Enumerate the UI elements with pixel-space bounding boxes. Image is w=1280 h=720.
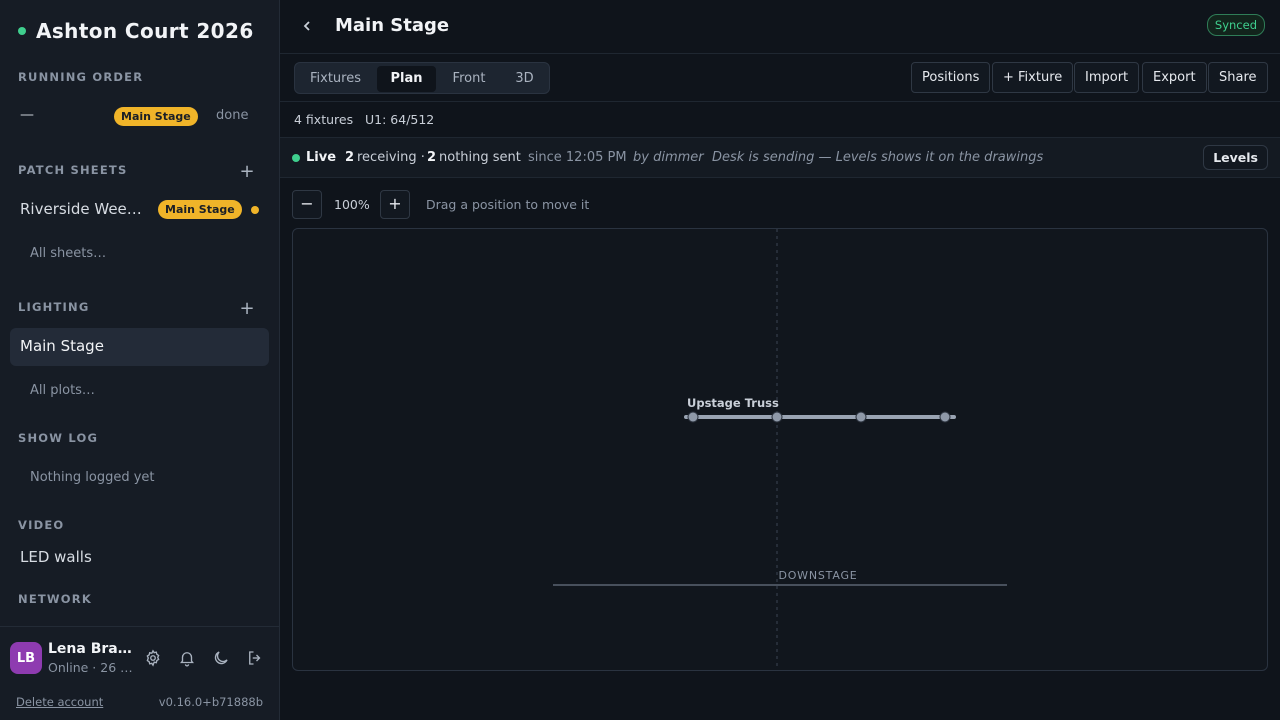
live-since: since 12:05 PM (528, 150, 627, 165)
zoom-out-button[interactable]: − (292, 190, 322, 219)
running-order-heading: RUNNING ORDER (18, 70, 144, 84)
all-sheets-link[interactable]: All sheets… (30, 246, 106, 261)
running-order-status: done (216, 108, 249, 123)
gear-icon[interactable] (144, 649, 162, 667)
export-button[interactable]: Export (1142, 62, 1207, 93)
patch-sheets-heading: PATCH SHEETS (18, 163, 128, 177)
bell-icon[interactable] (178, 649, 196, 667)
sidebar-item-led-walls[interactable]: LED walls (20, 548, 92, 566)
user-panel: LB Lena Bradshaw Online · 26 … Delete ac… (0, 626, 279, 720)
fixture-marker[interactable] (771, 411, 783, 423)
online-status-dot (18, 27, 26, 35)
delete-account-link[interactable]: Delete account (16, 695, 103, 709)
import-button[interactable]: Import (1074, 62, 1140, 93)
fixture-marker[interactable] (687, 411, 699, 423)
sidebar-item-label: Main Stage (20, 337, 104, 355)
user-status: Online · 26 … (48, 660, 133, 675)
truss-position[interactable] (684, 411, 956, 423)
add-plot-button[interactable]: + (238, 300, 256, 318)
moon-icon[interactable] (212, 649, 230, 667)
page-title: Main Stage (335, 15, 450, 36)
nothing-sent-label: nothing sent (439, 150, 521, 165)
show-log-empty: Nothing logged yet (30, 470, 155, 485)
back-chevron-icon[interactable] (300, 17, 314, 35)
stage-badge: Main Stage (114, 107, 198, 126)
app-version: v0.16.0+b71888b (158, 695, 263, 709)
zoom-level: 100% (334, 197, 370, 212)
sidebar-item-main-stage[interactable]: Main Stage (10, 328, 269, 366)
sync-status-badge: Synced (1206, 14, 1265, 36)
positions-button[interactable]: Positions (911, 62, 991, 93)
downstage-label: DOWNSTAGE (778, 569, 857, 582)
toolbar: Fixtures Plan Front 3D Positions + Fixtu… (280, 54, 1280, 102)
running-order-item-name: — (20, 107, 34, 123)
tab-fixtures[interactable]: Fixtures (298, 66, 373, 92)
live-label: Live (306, 150, 337, 165)
fixture-marker[interactable] (939, 411, 951, 423)
add-patch-sheet-button[interactable]: + (238, 163, 256, 181)
header: Main Stage Synced (280, 0, 1280, 54)
tab-front[interactable]: Front (440, 66, 498, 92)
lighting-heading: LIGHTING (18, 300, 90, 314)
universe-usage: U1: 64/512 (365, 112, 435, 127)
view-tabs: Fixtures Plan Front 3D (294, 62, 550, 94)
logout-icon[interactable] (246, 649, 264, 667)
running-order-item[interactable]: — Main Stage done (10, 104, 268, 130)
network-heading: NETWORK (18, 592, 92, 606)
sidebar: Ashton Court 2026 RUNNING ORDER — Main S… (0, 0, 280, 720)
show-log-heading: SHOW LOG (18, 431, 99, 445)
unsaved-dot (251, 206, 259, 214)
all-plots-link[interactable]: All plots… (30, 383, 95, 398)
fixture-summary: 4 fixtures U1: 64/512 (280, 102, 1280, 138)
live-status-bar: Live 2 receiving · 2 nothing sent since … (280, 138, 1280, 178)
zoom-controls: − 100% + Drag a position to move it (280, 178, 1280, 228)
user-name: Lena Bradshaw (48, 641, 136, 657)
fixture-marker[interactable] (855, 411, 867, 423)
patch-sheet-name: Riverside Weekender (20, 200, 144, 218)
live-dot (292, 154, 300, 162)
levels-button[interactable]: Levels (1203, 145, 1268, 170)
receiving-count: 2 (345, 150, 355, 165)
receiving-label: receiving · (357, 150, 425, 165)
project-title[interactable]: Ashton Court 2026 (18, 18, 254, 44)
tab-3d[interactable]: 3D (502, 66, 547, 92)
share-button[interactable]: Share (1208, 62, 1268, 93)
patch-sheet-item[interactable]: Riverside Weekender Main Stage (10, 197, 268, 223)
live-source: by dimmer (633, 150, 704, 165)
live-note: Desk is sending — Levels shows it on the… (712, 150, 1044, 165)
position-label: Upstage Truss (687, 396, 779, 410)
video-heading: VIDEO (18, 518, 65, 532)
avatar[interactable]: LB (10, 642, 42, 674)
drag-hint: Drag a position to move it (426, 197, 590, 212)
main-panel: Main Stage Synced Fixtures Plan Front 3D… (280, 0, 1280, 720)
stage-badge: Main Stage (158, 200, 242, 219)
project-title-text: Ashton Court 2026 (36, 19, 254, 43)
fixture-count: 4 fixtures (294, 112, 354, 127)
tab-plan[interactable]: Plan (377, 66, 436, 92)
zoom-in-button[interactable]: + (380, 190, 410, 219)
nothing-sent-count: 2 (427, 150, 437, 165)
add-fixture-button[interactable]: + Fixture (992, 62, 1074, 93)
plan-drawing: DOWNSTAGE Upstage Truss (553, 229, 1007, 670)
plan-canvas[interactable]: DOWNSTAGE Upstage Truss (292, 228, 1268, 671)
